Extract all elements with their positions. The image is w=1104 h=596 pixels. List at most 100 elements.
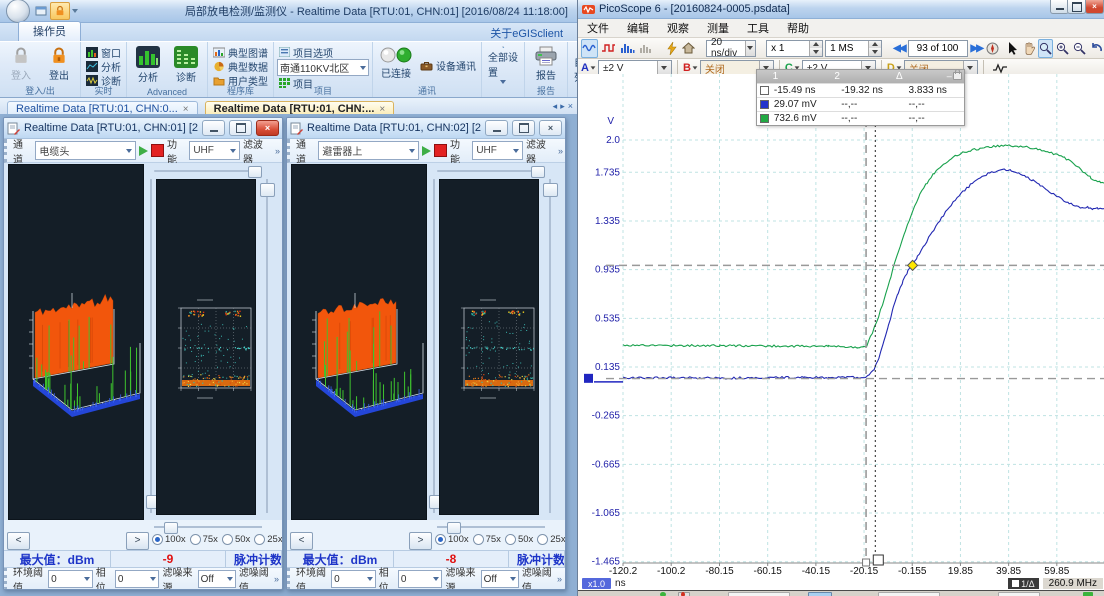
child-titlebar[interactable]: Realtime Data [RTU:01, CHN:01] [2016/0..… xyxy=(4,118,282,139)
prpd-bottom-slider[interactable] xyxy=(154,522,262,532)
connected-button[interactable]: 已连接 xyxy=(376,44,416,86)
home-button[interactable] xyxy=(681,39,696,58)
radio-25x[interactable]: 25x xyxy=(537,534,565,545)
next-buffer-button[interactable]: ▶▶ xyxy=(970,39,983,58)
menu-view[interactable]: 观察 xyxy=(658,20,698,36)
child-window-chn02[interactable]: Realtime Data [RTU:01, CHN:02] [2016/0..… xyxy=(286,117,566,590)
menu-edit[interactable]: 编辑 xyxy=(618,20,658,36)
lock-icon[interactable] xyxy=(953,72,962,80)
radio-100x[interactable]: 100x xyxy=(152,534,186,545)
close-button[interactable] xyxy=(539,120,562,136)
prpd-right-slider[interactable] xyxy=(543,179,557,513)
lock-qat-icon[interactable] xyxy=(50,2,70,20)
slider-handle[interactable] xyxy=(447,522,461,534)
prev-buffer-button[interactable]: ◀◀ xyxy=(892,39,905,58)
slider-handle[interactable] xyxy=(531,166,545,178)
tab-close-icon[interactable]: × xyxy=(568,101,573,112)
prpd-bottom-slider[interactable] xyxy=(437,522,545,532)
slider-handle[interactable] xyxy=(260,183,275,197)
auto-setup-button[interactable] xyxy=(665,39,679,58)
noise-source-select[interactable]: Off xyxy=(198,570,236,588)
stop-button[interactable] xyxy=(151,144,164,157)
radio-25x[interactable]: 25x xyxy=(254,534,282,545)
tab-scroll-left-icon[interactable]: ◂ xyxy=(553,101,558,112)
buffer-index[interactable]: 93 of 100 xyxy=(908,40,968,57)
hand-tool-button[interactable] xyxy=(1022,39,1036,58)
close-icon[interactable]: × xyxy=(183,104,189,115)
logout-button[interactable]: 登出 xyxy=(41,44,77,86)
play-button[interactable] xyxy=(139,146,148,156)
slider-handle[interactable] xyxy=(248,166,262,178)
prpd-left-slider[interactable] xyxy=(431,179,437,513)
function-select[interactable]: UHF xyxy=(472,141,523,160)
timebase-select[interactable]: 20 ns/div xyxy=(706,40,756,57)
scope-plot[interactable]: 2.01.7351.3350.9350.5350.135-0.265-0.665… xyxy=(578,74,1104,576)
toolbar-overflow-icon[interactable]: » xyxy=(557,574,562,584)
project-options-button[interactable]: 项目选项 xyxy=(277,45,369,59)
maximize-button[interactable] xyxy=(229,120,252,136)
play-button[interactable] xyxy=(422,146,431,156)
prpd-right-slider[interactable] xyxy=(260,179,274,513)
toolbar-overflow-icon[interactable]: » xyxy=(275,146,280,156)
minimize-button[interactable] xyxy=(202,120,225,136)
zoom-out-button[interactable] xyxy=(1072,39,1087,58)
all-settings-button[interactable]: 全部设置 xyxy=(485,44,521,86)
advanced-analysis-button[interactable]: 分析 xyxy=(130,44,166,86)
radio-50x[interactable]: 50x xyxy=(222,534,250,545)
samples-spinner[interactable]: 1 MS xyxy=(825,40,882,57)
scope-view-button[interactable] xyxy=(581,39,598,58)
spectrum-view-button[interactable] xyxy=(619,39,636,58)
maximize-button[interactable] xyxy=(1067,0,1086,14)
project-select[interactable]: 南通110KV北区 xyxy=(277,59,369,76)
noise-source-select[interactable]: Off xyxy=(481,570,519,588)
channel-a-label[interactable]: A xyxy=(581,62,596,74)
radio-100x[interactable]: 100x xyxy=(435,534,469,545)
picoscope-titlebar[interactable]: PicoScope 6 - [20160824-0005.psdata] xyxy=(578,0,1104,19)
minimize-icon[interactable] xyxy=(947,71,952,82)
qat-dropdown-icon[interactable] xyxy=(72,9,78,13)
child-titlebar[interactable]: Realtime Data [RTU:01, CHN:02] [2016/0..… xyxy=(287,118,565,139)
slider-handle[interactable] xyxy=(164,522,178,534)
persistence-view-button[interactable] xyxy=(600,39,617,58)
about-egisclient-link[interactable]: 关于eGISclient xyxy=(490,25,563,41)
menu-measure[interactable]: 测量 xyxy=(698,20,738,36)
slider-handle[interactable] xyxy=(543,183,558,197)
phase-select[interactable]: 0 xyxy=(115,570,160,588)
report-button[interactable]: 报告 xyxy=(528,44,564,86)
menu-help[interactable]: 帮助 xyxy=(778,20,818,36)
next-button[interactable]: > xyxy=(409,532,432,550)
phase-select[interactable]: 0 xyxy=(398,570,443,588)
tab-operator[interactable]: 操作员 xyxy=(18,21,81,41)
close-icon[interactable]: × xyxy=(379,104,385,115)
next-button[interactable]: > xyxy=(126,532,149,550)
channel-b-label[interactable]: B xyxy=(683,62,698,74)
login-button[interactable]: 登入 xyxy=(3,44,39,86)
maximize-button[interactable] xyxy=(512,120,535,136)
window-qat-icon[interactable] xyxy=(32,3,50,19)
tab-scroll-right-icon[interactable]: ▸ xyxy=(560,101,565,112)
child-window-chn01[interactable]: Realtime Data [RTU:01, CHN:01] [2016/0..… xyxy=(3,117,283,590)
undo-zoom-button[interactable] xyxy=(1089,39,1104,58)
radio-75x[interactable]: 75x xyxy=(190,534,218,545)
zoom-in-button[interactable] xyxy=(1055,39,1070,58)
close-button[interactable] xyxy=(1085,0,1104,14)
cursor-table[interactable]: 1 2 Δ -15.49 ns -19.32 ns 3.833 ns 29.07… xyxy=(756,69,965,126)
realtime-analysis-button[interactable]: 分析 xyxy=(84,59,123,73)
minimize-button[interactable] xyxy=(485,120,508,136)
pointer-tool-button[interactable] xyxy=(1007,39,1020,58)
radio-75x[interactable]: 75x xyxy=(473,534,501,545)
menu-tools[interactable]: 工具 xyxy=(738,20,778,36)
zoom-tool-button[interactable] xyxy=(1038,39,1053,58)
menu-file[interactable]: 文件 xyxy=(578,20,618,36)
typical-data-button[interactable]: 典型数据 xyxy=(211,59,270,73)
prpd-top-slider[interactable] xyxy=(154,166,262,176)
device-comm-button[interactable]: 设备通讯 xyxy=(418,58,478,72)
radio-50x[interactable]: 50x xyxy=(505,534,533,545)
advanced-diagnosis-button[interactable]: 诊断 xyxy=(168,44,204,86)
app-orb-button[interactable] xyxy=(6,0,30,23)
function-select[interactable]: UHF xyxy=(189,141,240,160)
typical-atlas-button[interactable]: 典型图谱 xyxy=(211,45,270,59)
channel-select[interactable]: 电缆头 xyxy=(35,141,136,160)
stop-button[interactable] xyxy=(434,144,447,157)
buffer-navigator-button[interactable] xyxy=(985,39,1000,58)
